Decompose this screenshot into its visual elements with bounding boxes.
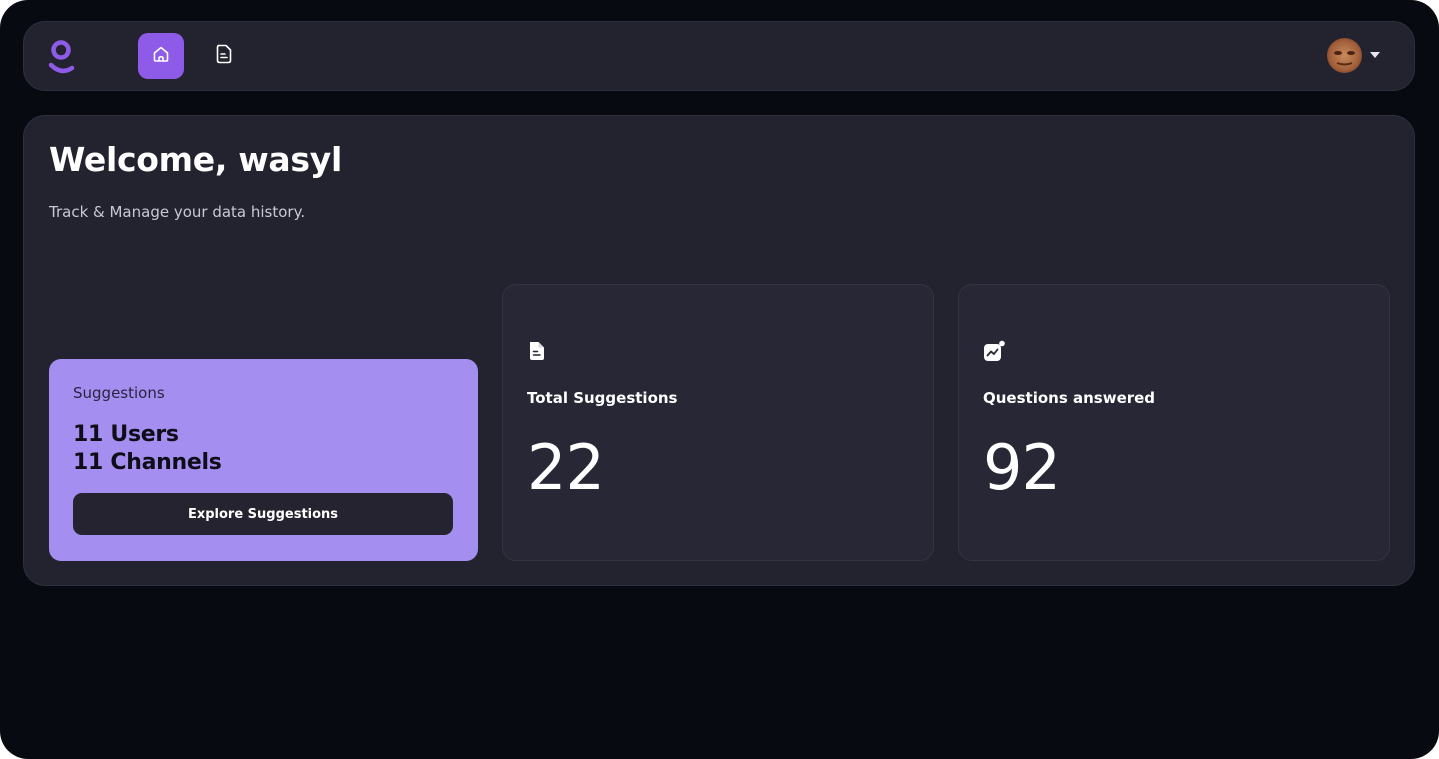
nav-home-button[interactable]	[138, 33, 184, 79]
home-icon	[151, 44, 171, 68]
total-suggestions-label: Total Suggestions	[527, 389, 678, 407]
questions-answered-value: 92	[983, 431, 1061, 504]
page-title: Welcome, wasyl	[49, 140, 342, 179]
user-avatar[interactable]	[1327, 38, 1362, 73]
questions-answered-card: Questions answered 92	[958, 284, 1390, 561]
person-logo-icon[interactable]	[48, 40, 76, 76]
questions-answered-label: Questions answered	[983, 389, 1156, 407]
chart-trend-icon	[983, 340, 1005, 362]
document-icon	[527, 340, 547, 362]
top-navigation-bar	[23, 21, 1415, 91]
suggestions-card: Suggestions 11 Users 11 Channels Explore…	[49, 359, 478, 561]
total-suggestions-card: Total Suggestions 22	[502, 284, 934, 561]
document-icon	[214, 43, 234, 69]
nav-documents-button[interactable]	[201, 33, 247, 79]
page-subtitle: Track & Manage your data history.	[49, 203, 306, 221]
suggestions-label: Suggestions	[73, 384, 165, 402]
suggestions-users-count: 11 Users	[73, 422, 179, 447]
total-suggestions-value: 22	[527, 431, 605, 504]
dashboard-panel: Welcome, wasyl Track & Manage your data …	[23, 115, 1415, 586]
explore-suggestions-button[interactable]: Explore Suggestions	[73, 493, 453, 535]
app-window: Welcome, wasyl Track & Manage your data …	[0, 0, 1439, 759]
caret-down-icon[interactable]	[1370, 52, 1380, 58]
suggestions-channels-count: 11 Channels	[73, 450, 222, 475]
